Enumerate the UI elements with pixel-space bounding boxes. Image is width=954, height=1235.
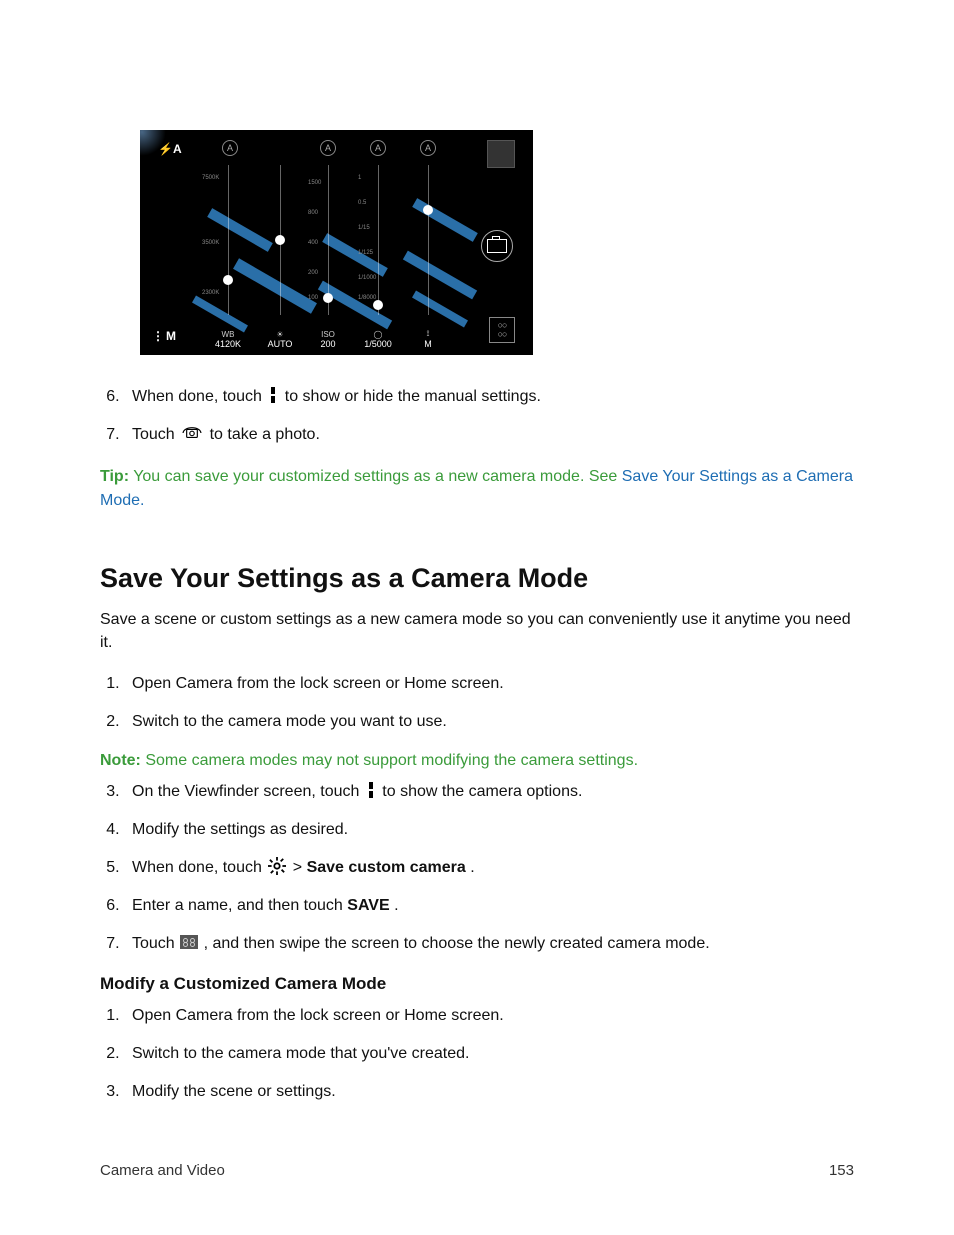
gear-icon xyxy=(268,857,286,875)
step-item: When done, touch > Save custom camera . xyxy=(124,856,854,880)
ev-label: ☀AUTO xyxy=(260,330,300,349)
steps-list-a: When done, touch to show or hide the man… xyxy=(100,385,854,447)
steps-list-b: Open Camera from the lock screen or Home… xyxy=(100,672,854,734)
footer-page-number: 153 xyxy=(829,1162,854,1179)
tip-label: Tip: xyxy=(100,468,129,485)
document-page: ⚡A A A A A 7500K 3500K 2300K 1500 800 40… xyxy=(0,0,954,1235)
shutter-label: ◯1/5000 xyxy=(358,330,398,349)
step-item: Enter a name, and then touch SAVE . xyxy=(124,894,854,918)
step-text: Touch xyxy=(132,935,179,952)
auto-indicator-icon: A xyxy=(420,140,436,156)
step-text: . xyxy=(394,897,398,914)
step-text: Open Camera from the lock screen or Home… xyxy=(132,1007,504,1024)
iso-scale: 200 xyxy=(308,270,318,276)
step-text: Switch to the camera mode you want to us… xyxy=(132,713,447,730)
step-text: Touch xyxy=(132,426,179,443)
shutter-button-icon xyxy=(481,230,513,262)
footer-chapter: Camera and Video xyxy=(100,1162,225,1179)
step-text: Open Camera from the lock screen or Home… xyxy=(132,675,504,692)
step-item: Switch to the camera mode you want to us… xyxy=(124,710,854,734)
step-item: Switch to the camera mode that you've cr… xyxy=(124,1042,854,1066)
section-heading: Save Your Settings as a Camera Mode xyxy=(100,563,854,594)
step-item: Modify the settings as desired. xyxy=(124,818,854,842)
step-item: Modify the scene or settings. xyxy=(124,1080,854,1104)
mode-grid-icon: ○○○○ xyxy=(489,317,515,343)
page-footer: Camera and Video 153 xyxy=(100,1162,854,1179)
step-text: On the Viewfinder screen, touch xyxy=(132,783,364,800)
step-item: Touch to take a photo. xyxy=(124,423,854,447)
note-text: Some camera modes may not support modify… xyxy=(145,752,638,769)
shutter-scale: 1/1000 xyxy=(358,275,376,281)
sliders-icon xyxy=(366,782,376,798)
auto-indicator-icon: A xyxy=(370,140,386,156)
section-intro: Save a scene or custom settings as a new… xyxy=(100,608,854,654)
focus-label: ⟟M xyxy=(408,329,448,349)
step-text: , and then swipe the screen to choose th… xyxy=(204,935,710,952)
step-item: When done, touch to show or hide the man… xyxy=(124,385,854,409)
step-text: . xyxy=(470,859,474,876)
shutter-icon xyxy=(181,425,203,441)
iso-scale: 1500 xyxy=(308,180,321,186)
step-text: to take a photo. xyxy=(210,426,320,443)
step-text: to show the camera options. xyxy=(382,783,582,800)
note-label: Note: xyxy=(100,752,141,769)
step-text: Modify the settings as desired. xyxy=(132,821,348,838)
step-text: to show or hide the manual settings. xyxy=(285,388,541,405)
shutter-scale: 1 xyxy=(358,175,361,181)
wb-label: WB4120K xyxy=(208,330,248,349)
flash-indicator: ⚡A xyxy=(158,142,182,156)
step-text: When done, touch xyxy=(132,859,266,876)
step-text: When done, touch xyxy=(132,388,266,405)
mode-grid-icon xyxy=(180,935,198,949)
step-item: On the Viewfinder screen, touch to show … xyxy=(124,780,854,804)
gallery-thumbnail xyxy=(487,140,515,168)
shutter-scale: 1/15 xyxy=(358,225,370,231)
step-text: Modify the scene or settings. xyxy=(132,1083,336,1100)
tip-text: . xyxy=(140,492,144,509)
steps-list-d: Open Camera from the lock screen or Home… xyxy=(100,1004,854,1104)
step-text: Enter a name, and then touch xyxy=(132,897,347,914)
step-item: Open Camera from the lock screen or Home… xyxy=(124,672,854,696)
shutter-scale: 0.5 xyxy=(358,200,366,206)
wb-scale: 7500K xyxy=(202,175,219,181)
step-text: Switch to the camera mode that you've cr… xyxy=(132,1045,469,1062)
sliders-icon xyxy=(268,387,278,403)
step-item: Touch , and then swipe the screen to cho… xyxy=(124,932,854,956)
steps-list-c: On the Viewfinder screen, touch to show … xyxy=(100,780,854,956)
auto-indicator-icon: A xyxy=(222,140,238,156)
auto-indicator-icon: A xyxy=(320,140,336,156)
iso-scale: 400 xyxy=(308,240,318,246)
iso-scale: 100 xyxy=(308,295,318,301)
subsection-heading: Modify a Customized Camera Mode xyxy=(100,974,854,994)
iso-label: ISO200 xyxy=(308,330,348,349)
wb-scale: 2300K xyxy=(202,290,219,296)
step-item: Open Camera from the lock screen or Home… xyxy=(124,1004,854,1028)
camera-viewfinder-figure: ⚡A A A A A 7500K 3500K 2300K 1500 800 40… xyxy=(140,130,533,355)
step-text: > xyxy=(293,859,307,876)
shutter-scale: 1/125 xyxy=(358,250,373,256)
iso-scale: 800 xyxy=(308,210,318,216)
mode-indicator: ⋮M xyxy=(152,329,176,343)
step-bold: SAVE xyxy=(347,897,389,914)
step-bold: Save custom camera xyxy=(307,859,466,876)
shutter-scale: 1/8000 xyxy=(358,295,376,301)
tip-text: You can save your customized settings as… xyxy=(133,468,622,485)
note-paragraph: Note: Some camera modes may not support … xyxy=(100,752,854,770)
wb-scale: 3500K xyxy=(202,240,219,246)
tip-paragraph: Tip: You can save your customized settin… xyxy=(100,465,854,513)
